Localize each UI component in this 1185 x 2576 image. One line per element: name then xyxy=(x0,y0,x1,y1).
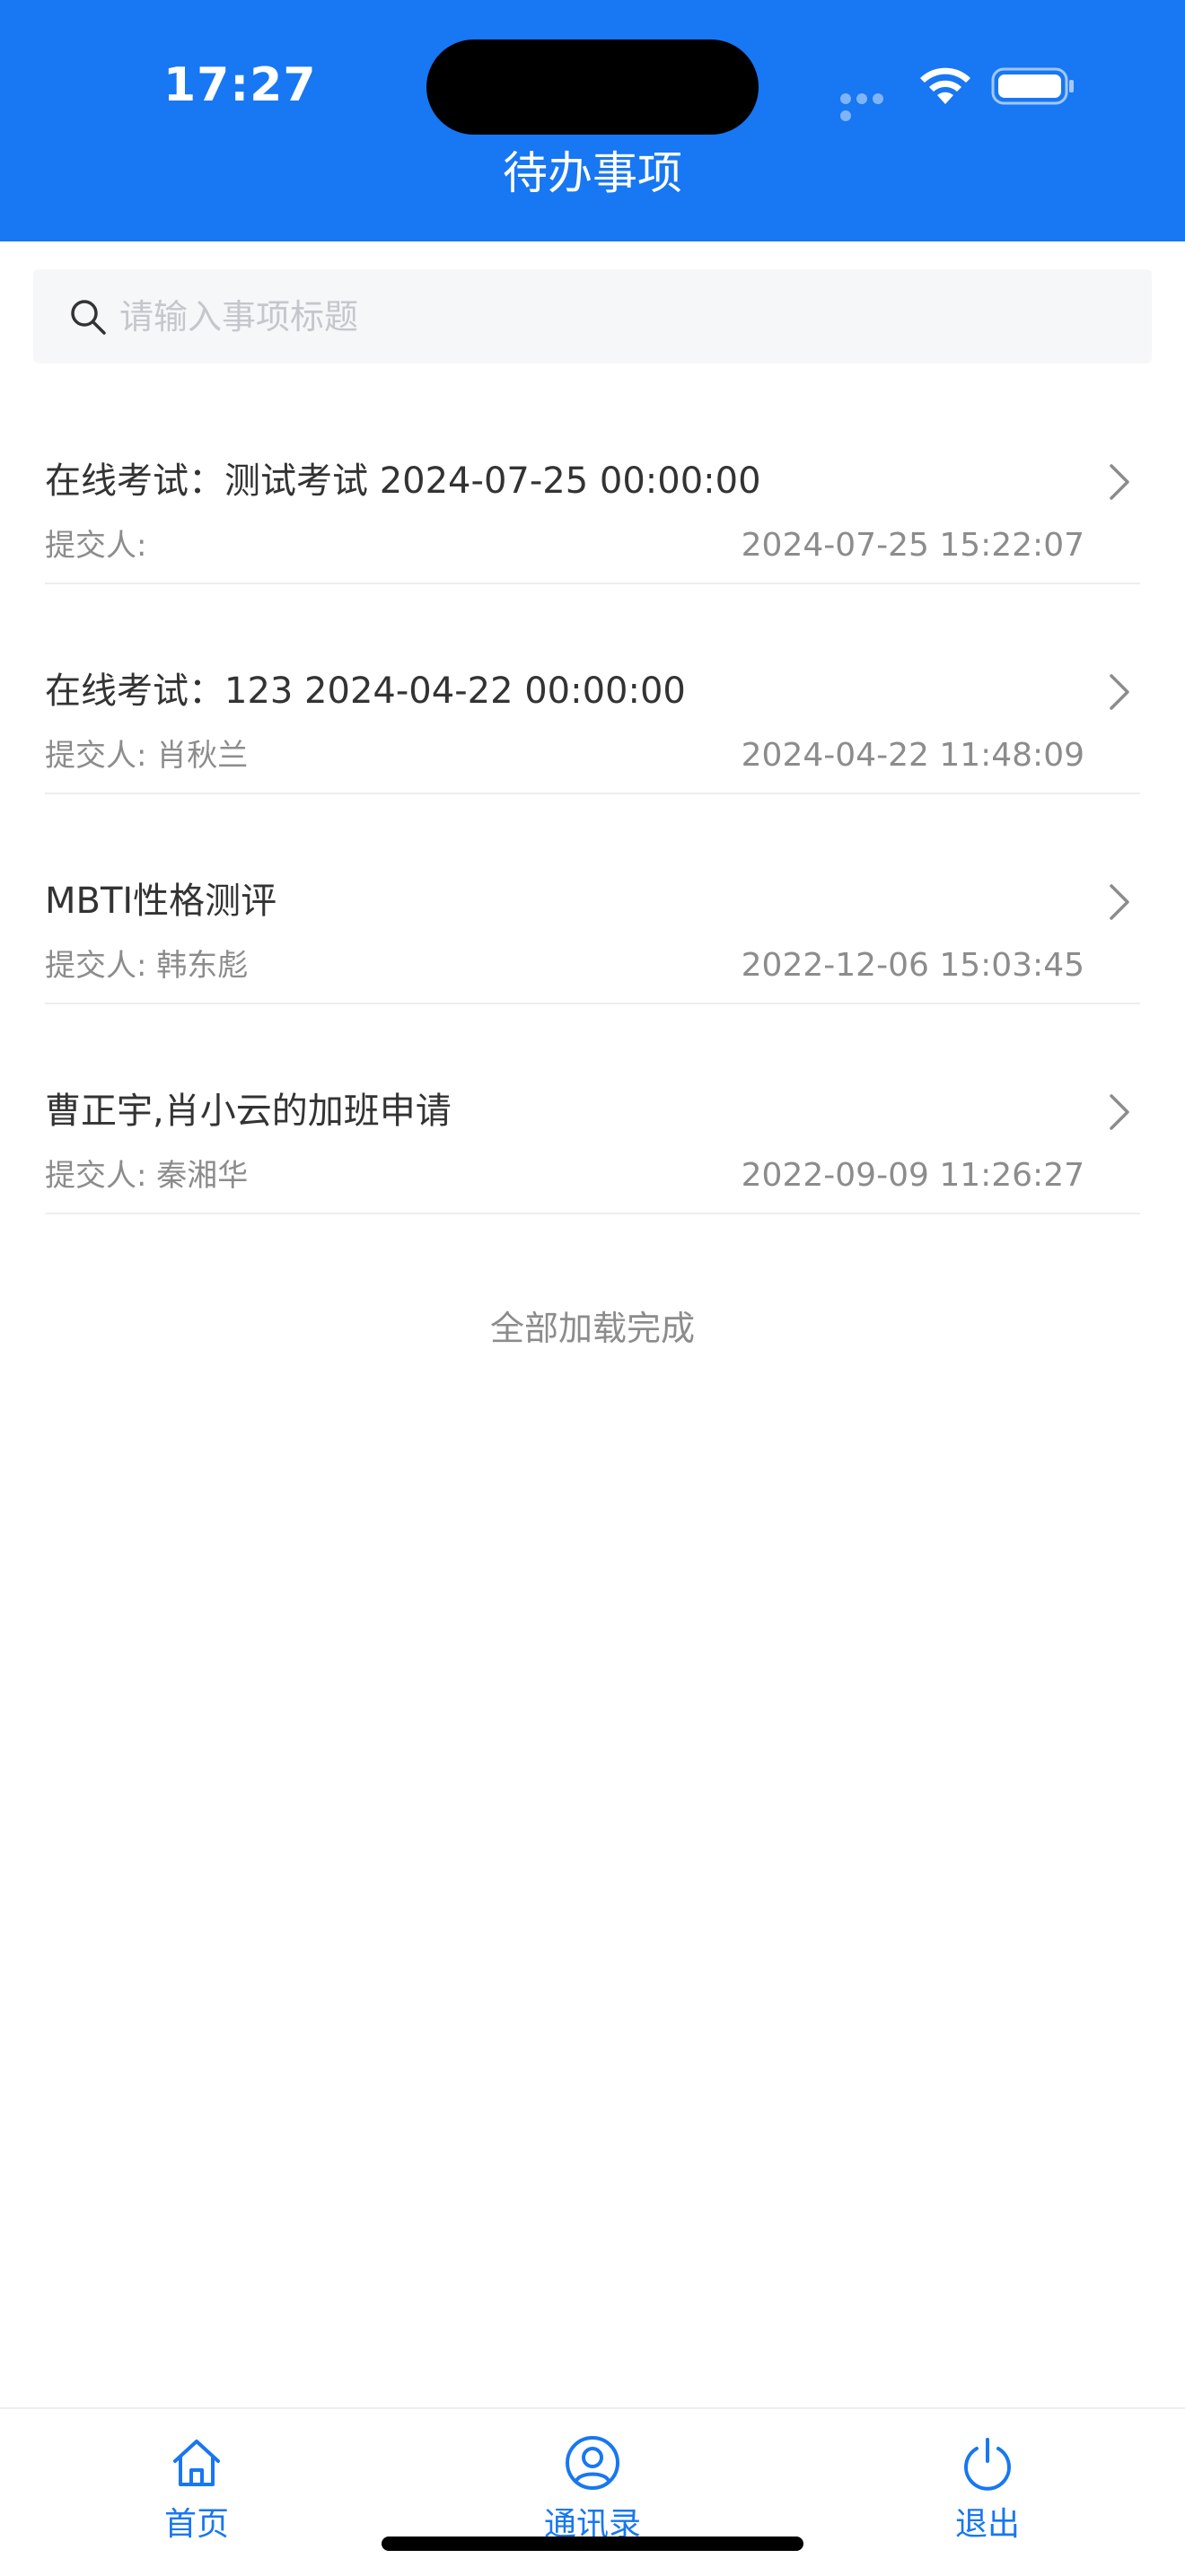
battery-icon xyxy=(991,67,1074,105)
chevron-right-icon xyxy=(1110,674,1129,710)
todo-submitter: 提交人: xyxy=(45,528,147,564)
todo-list-item[interactable]: 曹正宇,肖小云的加班申请 提交人: 秦湘华 2022-09-09 11:26:2… xyxy=(0,1004,1185,1214)
status-time: 17:27 xyxy=(163,58,317,112)
wifi-icon xyxy=(920,67,970,104)
todo-submitter: 提交人: 肖秋兰 xyxy=(45,738,249,774)
todo-title: 在线考试：测试考试 2024-07-25 00:00:00 xyxy=(45,460,761,502)
todo-time: 2024-04-22 11:48:09 xyxy=(741,737,1084,774)
power-icon xyxy=(964,2438,1011,2491)
chevron-right-icon xyxy=(1110,884,1129,920)
home-indicator xyxy=(382,2537,803,2551)
todo-title: 在线考试：123 2024-04-22 00:00:00 xyxy=(45,670,686,712)
chevron-right-icon xyxy=(1110,464,1129,500)
row-divider xyxy=(45,1213,1140,1214)
todo-list-item[interactable]: 在线考试：123 2024-04-22 00:00:00 提交人: 肖秋兰 20… xyxy=(0,584,1185,794)
contacts-icon xyxy=(566,2436,619,2490)
todo-list: 在线考试：测试考试 2024-07-25 00:00:00 提交人: 2024-… xyxy=(0,374,1185,1214)
todo-time: 2022-09-09 11:26:27 xyxy=(741,1157,1084,1194)
dynamic-island xyxy=(426,39,759,135)
todo-title: 曹正宇,肖小云的加班申请 xyxy=(45,1091,452,1132)
search-input[interactable] xyxy=(119,269,1125,364)
cellular-signal-icon xyxy=(840,91,901,121)
todo-time: 2024-07-25 15:22:07 xyxy=(741,527,1084,564)
todo-list-item[interactable]: MBTI性格测评 提交人: 韩东彪 2022-12-06 15:03:45 xyxy=(0,794,1185,1004)
search-box[interactable] xyxy=(33,269,1152,364)
chevron-right-icon xyxy=(1110,1094,1129,1130)
page-title: 待办事项 xyxy=(503,147,682,199)
app-header: 17:27 待办事项 xyxy=(0,0,1185,241)
todo-time: 2022-12-06 15:03:45 xyxy=(741,947,1084,984)
tab-home-label: 首页 xyxy=(163,2506,229,2543)
tab-contacts[interactable]: 通讯录 xyxy=(458,2409,727,2576)
todo-submitter: 提交人: 韩东彪 xyxy=(45,948,249,984)
search-icon xyxy=(71,300,106,335)
todo-title: MBTI性格测评 xyxy=(45,881,277,922)
tab-logout-label: 退出 xyxy=(954,2506,1020,2543)
todo-list-item[interactable]: 在线考试：测试考试 2024-07-25 00:00:00 提交人: 2024-… xyxy=(0,374,1185,584)
todo-submitter: 提交人: 秦湘华 xyxy=(45,1158,249,1194)
home-icon xyxy=(173,2440,220,2486)
tab-home[interactable]: 首页 xyxy=(62,2409,331,2576)
tab-logout[interactable]: 退出 xyxy=(853,2409,1122,2576)
list-end-message: 全部加载完成 xyxy=(489,1309,695,1348)
